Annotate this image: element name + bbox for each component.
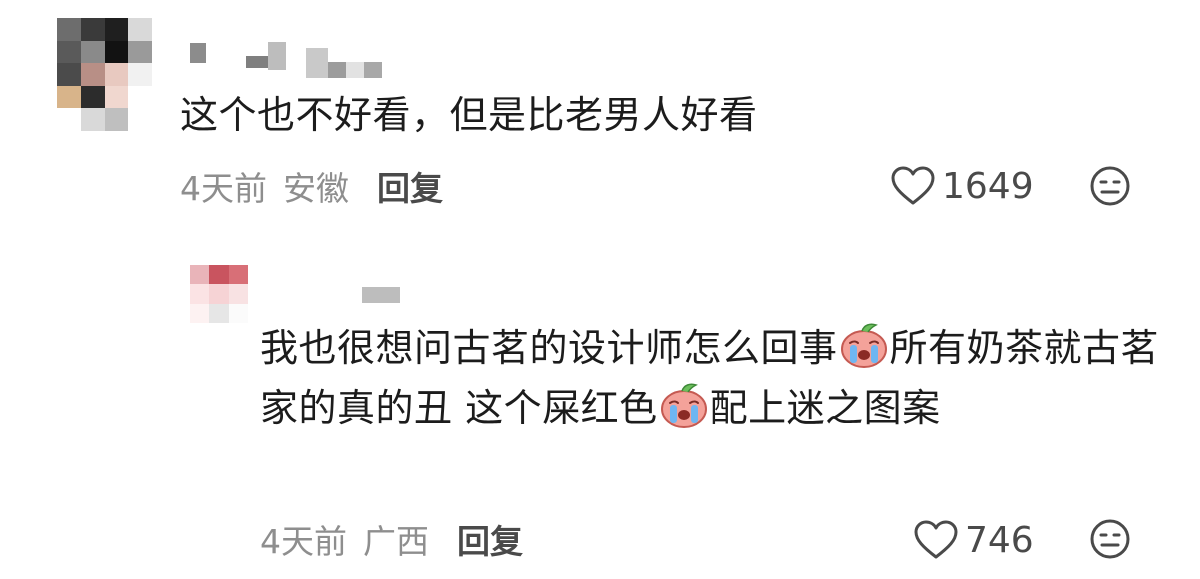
reply-text-part3: 配上迷之图案 — [709, 386, 941, 430]
reply-meta: 4天前 广西 回复 — [260, 515, 523, 563]
reply-button[interactable]: 回复 — [377, 162, 443, 210]
meh-face-icon[interactable] — [1089, 165, 1131, 207]
comment-time: 4天前 — [180, 169, 267, 208]
like-count: 1649 — [942, 165, 1034, 207]
reply-like-count: 746 — [965, 519, 1034, 561]
crying-peach-icon — [840, 323, 887, 368]
reply-text-part1: 我也很想问古茗的设计师怎么回事 — [260, 326, 838, 370]
reply-username[interactable] — [362, 287, 400, 303]
heart-outline-icon — [891, 166, 935, 205]
avatar[interactable] — [57, 18, 152, 131]
reply-text: 我也很想问古茗的设计师怎么回事 所有奶茶就古茗家的真的丑 这个屎红色 配上迷之图… — [260, 318, 1160, 438]
comment-meta: 4天前 安徽 回复 — [180, 162, 443, 210]
reply-reply-button[interactable]: 回复 — [457, 515, 523, 563]
comment-text: 这个也不好看，但是比老男人好看 — [180, 85, 1140, 145]
reply-region: 广西 — [363, 522, 429, 561]
comment-text-content: 这个也不好看，但是比老男人好看 — [180, 93, 758, 137]
reply-avatar[interactable] — [190, 265, 248, 323]
meh-face-icon[interactable] — [1089, 518, 1131, 560]
reply-time: 4天前 — [260, 522, 347, 561]
reply-like-button[interactable]: 746 — [913, 514, 1034, 566]
like-button[interactable]: 1649 — [890, 160, 1034, 212]
username[interactable] — [190, 38, 382, 78]
comment-region: 安徽 — [283, 169, 349, 208]
heart-outline-icon — [914, 520, 958, 559]
crying-peach-icon — [660, 383, 707, 428]
